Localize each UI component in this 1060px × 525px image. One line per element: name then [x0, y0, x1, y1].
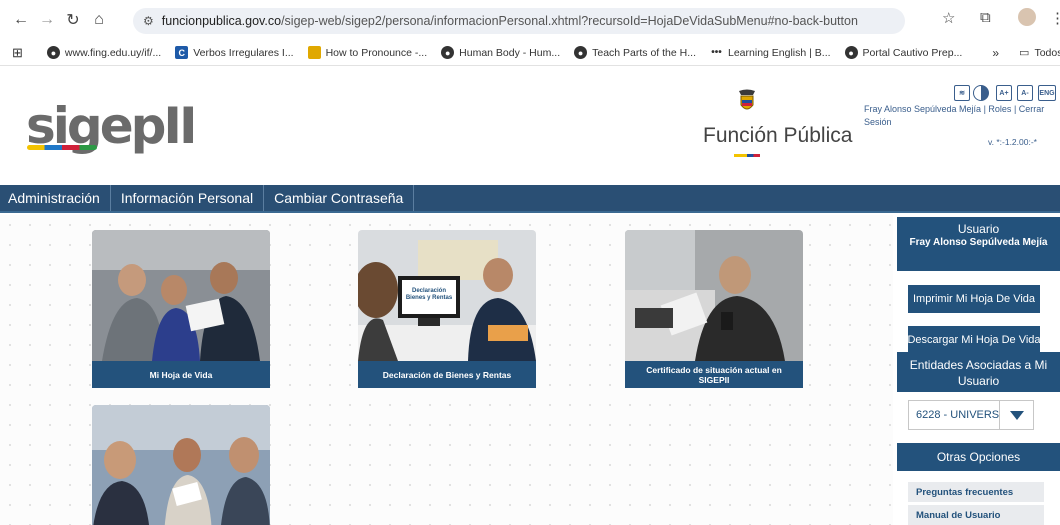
bookmark-label: Verbos Irregulares I...: [193, 46, 294, 59]
user-panel-name: Fray Alonso Sepúlveda Mejía: [909, 237, 1048, 248]
entity-select[interactable]: 6228 - UNIVERSID: [908, 400, 1034, 430]
url-path: /sigep-web/sigep2/persona/informacionPer…: [281, 14, 858, 28]
site-info-icon[interactable]: ⚙: [143, 14, 154, 28]
bookmarks-bar: ⊞ ● www.fing.edu.uy/if/... C Verbos Irregu…: [0, 40, 1060, 66]
rss-icon[interactable]: ≋: [954, 85, 970, 101]
brand-stripe: [734, 154, 760, 157]
bookmark-label: Portal Cautivo Prep...: [862, 46, 963, 59]
other-options-header: Otras Opciones: [897, 443, 1060, 471]
flag-icon: [307, 46, 321, 59]
user-manual-link[interactable]: Manual de Usuario: [908, 505, 1044, 525]
coat-of-arms-icon: [739, 89, 755, 110]
card-caption: Declaración de Bienes y Rentas: [358, 361, 536, 388]
address-bar[interactable]: ⚙ funcionpublica.gov.co/sigep-web/sigep2…: [133, 8, 905, 34]
nav-informacion-personal[interactable]: Información Personal: [111, 185, 265, 211]
bookmark-item[interactable]: ● Portal Cautivo Prep...: [844, 46, 963, 59]
reload-icon[interactable]: ↻: [62, 9, 84, 31]
bookmark-item[interactable]: ••• Learning English | B...: [710, 46, 831, 59]
forward-icon[interactable]: →: [36, 9, 58, 31]
bookmark-item[interactable]: How to Pronounce -...: [307, 46, 428, 59]
site-header: sigepII Función Pública ≋ A+ A- ENG Fray…: [0, 67, 1060, 185]
user-panel-header: Usuario Fray Alonso Sepúlveda Mejía: [897, 217, 1060, 271]
all-bookmarks[interactable]: Todos los marcadores: [1034, 47, 1060, 59]
card-fourth[interactable]: [92, 405, 270, 525]
back-icon[interactable]: ←: [10, 9, 32, 31]
language-button[interactable]: ENG: [1038, 85, 1056, 101]
url-text: funcionpublica.gov.co/sigep-web/sigep2/p…: [162, 14, 858, 28]
certificado-photo: [625, 230, 803, 361]
home-icon[interactable]: ⌂: [88, 9, 110, 31]
card-mi-hoja-de-vida[interactable]: Mi Hoja de Vida: [92, 230, 270, 388]
logo-stripe: [27, 145, 97, 150]
print-cv-button[interactable]: Imprimir Mi Hoja De Vida: [908, 285, 1040, 313]
roles-link[interactable]: Roles: [988, 104, 1011, 114]
hoja-de-vida-photo: [92, 230, 270, 361]
card-declaracion-bienes[interactable]: Declaración Bienes y Rentas Declaración …: [358, 230, 536, 388]
card-caption: Certificado de situación actual en SIGEP…: [625, 361, 803, 388]
globe-icon: ●: [46, 46, 60, 59]
user-links: Fray Alonso Sepúlveda Mejía | Roles | Ce…: [864, 104, 1045, 127]
dots-icon: •••: [711, 47, 722, 58]
faq-link[interactable]: Preguntas frecuentes: [908, 482, 1044, 502]
globe-icon: ●: [844, 46, 858, 59]
declaracion-sign-text: Declaración Bienes y Rentas: [405, 288, 453, 301]
folder-icon: ▭: [1019, 47, 1030, 59]
bookmark-label: www.fing.edu.uy/if/...: [64, 46, 162, 59]
apps-icon[interactable]: ⊞: [12, 45, 23, 61]
fourth-card-photo: [92, 405, 270, 525]
bookmarks-overflow[interactable]: »: [992, 46, 999, 60]
bookmark-item[interactable]: ● Teach Parts of the H...: [574, 46, 696, 59]
download-cv-button[interactable]: Descargar Mi Hoja De Vida: [907, 326, 1041, 354]
declaracion-photo: Declaración Bienes y Rentas: [358, 230, 536, 361]
profile-avatar[interactable]: [1018, 8, 1036, 26]
sidebar: Usuario Fray Alonso Sepúlveda Mejía Impr…: [897, 213, 1060, 525]
globe-icon: ●: [441, 46, 455, 59]
font-increase-button[interactable]: A+: [996, 85, 1012, 101]
bookmark-item[interactable]: ● www.fing.edu.uy/if/...: [46, 46, 162, 59]
chevron-down-icon[interactable]: [999, 401, 1033, 429]
card-certificado[interactable]: Certificado de situación actual en SIGEP…: [625, 230, 803, 388]
main-nav: Administración Información Personal Camb…: [0, 185, 1060, 213]
bookmark-label: Learning English | B...: [728, 46, 831, 59]
brand-title: Función Pública: [703, 124, 853, 147]
entities-header: Entidades Asociadas a Mi Usuario: [897, 352, 1060, 392]
user-panel-title: Usuario: [957, 222, 1000, 236]
bookmark-label: Teach Parts of the H...: [592, 46, 696, 59]
extensions-icon[interactable]: ⧉: [980, 9, 991, 26]
bookmark-label: Human Body - Hum...: [459, 46, 561, 59]
entity-select-value: 6228 - UNIVERSID: [916, 409, 999, 421]
content-area: Mi Hoja de Vida Declaración Bienes y Ren…: [0, 215, 893, 525]
contrast-icon[interactable]: [973, 85, 989, 101]
user-name-link[interactable]: Fray Alonso Sepúlveda Mejía: [864, 104, 981, 114]
menu-icon[interactable]: ⋮: [1050, 9, 1060, 27]
bookmark-item[interactable]: C Verbos Irregulares I...: [175, 46, 294, 59]
nav-administracion[interactable]: Administración: [0, 185, 111, 211]
c-logo-icon: C: [175, 46, 189, 59]
globe-icon: ●: [574, 46, 588, 59]
card-caption: Mi Hoja de Vida: [92, 361, 270, 388]
nav-cambiar-contrasena[interactable]: Cambiar Contraseña: [264, 185, 415, 211]
bookmark-star-icon[interactable]: ☆: [942, 9, 955, 27]
url-host: funcionpublica.gov.co: [161, 14, 282, 28]
bookmark-label: How to Pronounce -...: [325, 46, 428, 59]
bookmark-item[interactable]: ● Human Body - Hum...: [441, 46, 560, 59]
font-decrease-button[interactable]: A-: [1017, 85, 1033, 101]
version-label: v. *:-1.2.00:-*: [988, 137, 1037, 147]
